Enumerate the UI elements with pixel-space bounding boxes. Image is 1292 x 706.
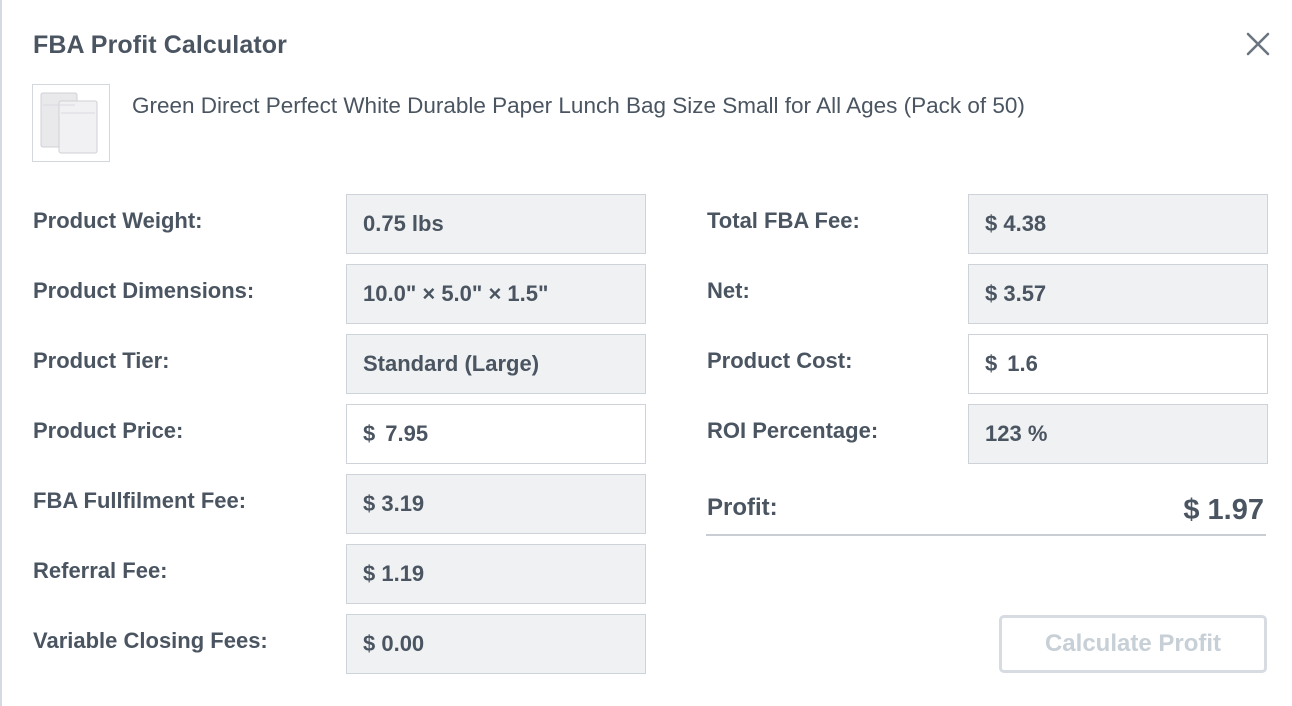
referral-fee-field: $ 1.19	[346, 544, 646, 604]
variable-closing-fees-label: Variable Closing Fees:	[33, 628, 268, 653]
product-tier-field: Standard (Large)	[346, 334, 646, 394]
product-thumbnail	[32, 84, 110, 162]
product-price-label: Product Price:	[33, 418, 184, 443]
net-label: Net:	[707, 278, 750, 303]
product-dimensions-label: Product Dimensions:	[33, 278, 255, 303]
left-edge	[0, 0, 2, 706]
profit-divider	[706, 534, 1266, 536]
roi-percentage-label: ROI Percentage:	[707, 418, 879, 443]
product-name: Green Direct Perfect White Durable Paper…	[132, 93, 1025, 118]
total-fba-fee-label: Total FBA Fee:	[707, 208, 860, 233]
variable-closing-fees-field: $ 0.00	[346, 614, 646, 674]
roi-percentage-field: 123 %	[968, 404, 1268, 464]
currency-symbol: $	[985, 351, 998, 376]
close-icon[interactable]	[1242, 28, 1274, 60]
dialog-title: FBA Profit Calculator	[33, 31, 287, 59]
calculate-profit-button[interactable]: Calculate Profit	[999, 615, 1267, 673]
product-tier-label: Product Tier:	[33, 348, 170, 373]
product-cost-input[interactable]: $1.6	[968, 334, 1268, 394]
currency-symbol: $	[363, 421, 376, 446]
product-price-input[interactable]: $7.95	[346, 404, 646, 464]
profit-label: Profit:	[707, 494, 778, 521]
net-field: $ 3.57	[968, 264, 1268, 324]
referral-fee-label: Referral Fee:	[33, 558, 168, 583]
fba-fulfilment-fee-label: FBA Fullfilment Fee:	[33, 488, 247, 513]
total-fba-fee-field: $ 4.38	[968, 194, 1268, 254]
product-weight-label: Product Weight:	[33, 208, 203, 233]
product-cost-label: Product Cost:	[707, 348, 853, 373]
fba-fulfilment-fee-field: $ 3.19	[346, 474, 646, 534]
product-dimensions-field: 10.0" × 5.0" × 1.5"	[346, 264, 646, 324]
profit-value: $ 1.97	[1183, 494, 1264, 526]
product-weight-field: 0.75 lbs	[346, 194, 646, 254]
